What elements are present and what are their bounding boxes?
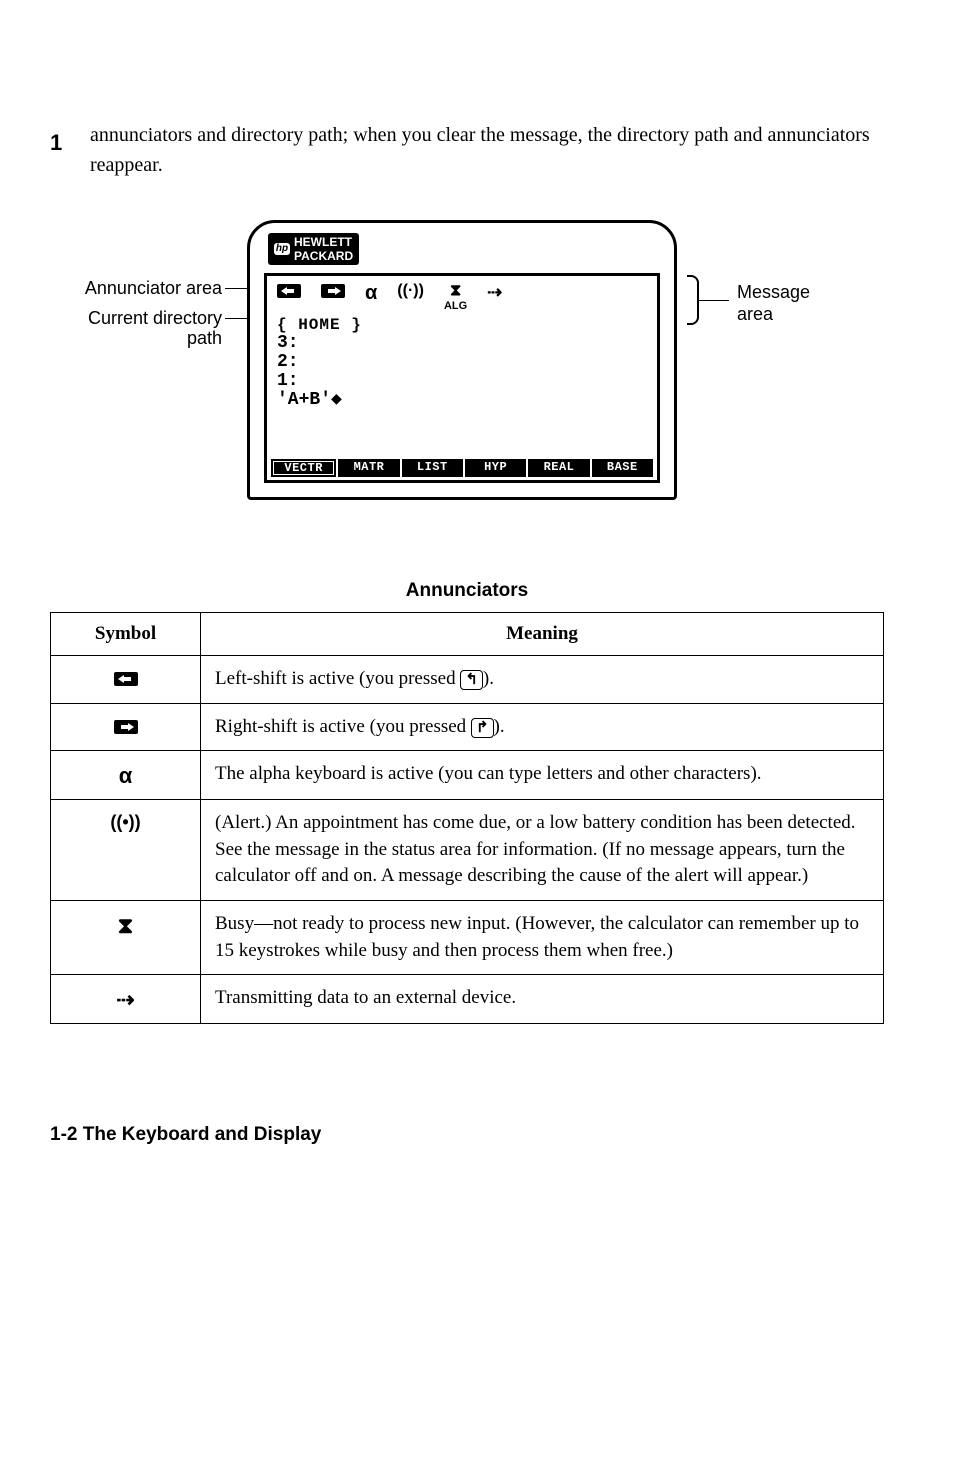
table-row: α The alpha keyboard is active (you can …: [51, 751, 884, 800]
alert-icon: ((•)): [51, 800, 201, 901]
busy-icon: ⧗: [51, 900, 201, 974]
right-shift-icon: [114, 720, 138, 734]
menu-button[interactable]: REAL: [528, 459, 589, 477]
display-diagram: Annunciator area Current directory path …: [57, 220, 877, 520]
table-row: Right-shift is active (you pressed ↱).: [51, 703, 884, 751]
lcd-screen: α ((·)) ⧗ ALG ⇢ { HOME } 3: 2: 1: 'A+B'◆: [264, 273, 660, 483]
softkey-menu: VECTR MATR LIST HYP REAL BASE: [267, 459, 657, 480]
col-meaning: Meaning: [201, 613, 884, 656]
left-shift-key-icon: ↰: [460, 670, 483, 690]
meaning-text: ).: [494, 716, 505, 737]
table-title: Annunciators: [50, 580, 884, 602]
transmit-icon: ⇢: [51, 975, 201, 1024]
annunciator-row: α ((·)) ⧗ ALG ⇢: [267, 276, 657, 316]
alert-icon: ((·)): [397, 282, 424, 300]
brand-text-2: PACKARD: [294, 249, 353, 263]
alpha-icon: α: [51, 751, 201, 800]
meaning-text: The alpha keyboard is active (you can ty…: [201, 751, 884, 800]
right-shift-key-icon: ↱: [471, 718, 494, 738]
page-number: 1: [50, 130, 62, 156]
hp-logo-icon: hp: [274, 243, 290, 255]
calculator-device: hp HEWLETT PACKARD α ((·)) ⧗ ALG: [247, 220, 677, 500]
transmit-icon: ⇢: [487, 282, 502, 303]
meaning-text: Left-shift is active (you pressed: [215, 668, 460, 689]
intro-paragraph: annunciators and directory path; when yo…: [90, 120, 884, 180]
brace-icon: [687, 275, 699, 325]
callout-msg-2: area: [737, 304, 773, 326]
table-row: ⇢ Transmitting data to an external devic…: [51, 975, 884, 1024]
busy-alg-icon: ⧗ ALG: [444, 282, 467, 312]
callout-dir-1: Current directory: [57, 308, 222, 330]
page-footer: 1-2 The Keyboard and Display: [50, 1124, 884, 1146]
stack-line: 3:: [277, 334, 647, 353]
meaning-text: Right-shift is active (you pressed: [215, 716, 471, 737]
meaning-text: ).: [483, 668, 494, 689]
left-shift-icon: [277, 282, 301, 300]
brand-text-1: HEWLETT: [294, 235, 352, 249]
meaning-text: Transmitting data to an external device.: [201, 975, 884, 1024]
menu-button[interactable]: MATR: [338, 459, 399, 477]
left-shift-icon: [114, 672, 138, 686]
table-row: Left-shift is active (you pressed ↰).: [51, 656, 884, 704]
menu-button[interactable]: VECTR: [271, 459, 336, 477]
annunciators-table: Symbol Meaning Left-shift is active (you…: [50, 612, 884, 1024]
meaning-text: (Alert.) An appointment has come due, or…: [201, 800, 884, 901]
table-row: ⧗ Busy—not ready to process new input. (…: [51, 900, 884, 974]
alpha-icon: α: [365, 282, 377, 305]
stack-line: 2:: [277, 353, 647, 372]
callout-annunciator: Annunciator area: [57, 278, 222, 300]
callout-dir-2: path: [57, 328, 222, 350]
stack-line: 'A+B'◆: [277, 391, 647, 410]
menu-button[interactable]: BASE: [592, 459, 653, 477]
menu-button[interactable]: HYP: [465, 459, 526, 477]
directory-path: { HOME }: [267, 316, 657, 334]
callout-msg-1: Message: [737, 282, 810, 304]
callout-line-icon: [699, 300, 729, 301]
stack-line: 1:: [277, 372, 647, 391]
table-row: ((•)) (Alert.) An appointment has come d…: [51, 800, 884, 901]
meaning-text: Busy—not ready to process new input. (Ho…: [201, 900, 884, 974]
menu-button[interactable]: LIST: [402, 459, 463, 477]
hp-brand-badge: hp HEWLETT PACKARD: [268, 233, 359, 265]
col-symbol: Symbol: [51, 613, 201, 656]
stack-area: 3: 2: 1: 'A+B'◆: [267, 334, 657, 459]
right-shift-icon: [321, 282, 345, 300]
